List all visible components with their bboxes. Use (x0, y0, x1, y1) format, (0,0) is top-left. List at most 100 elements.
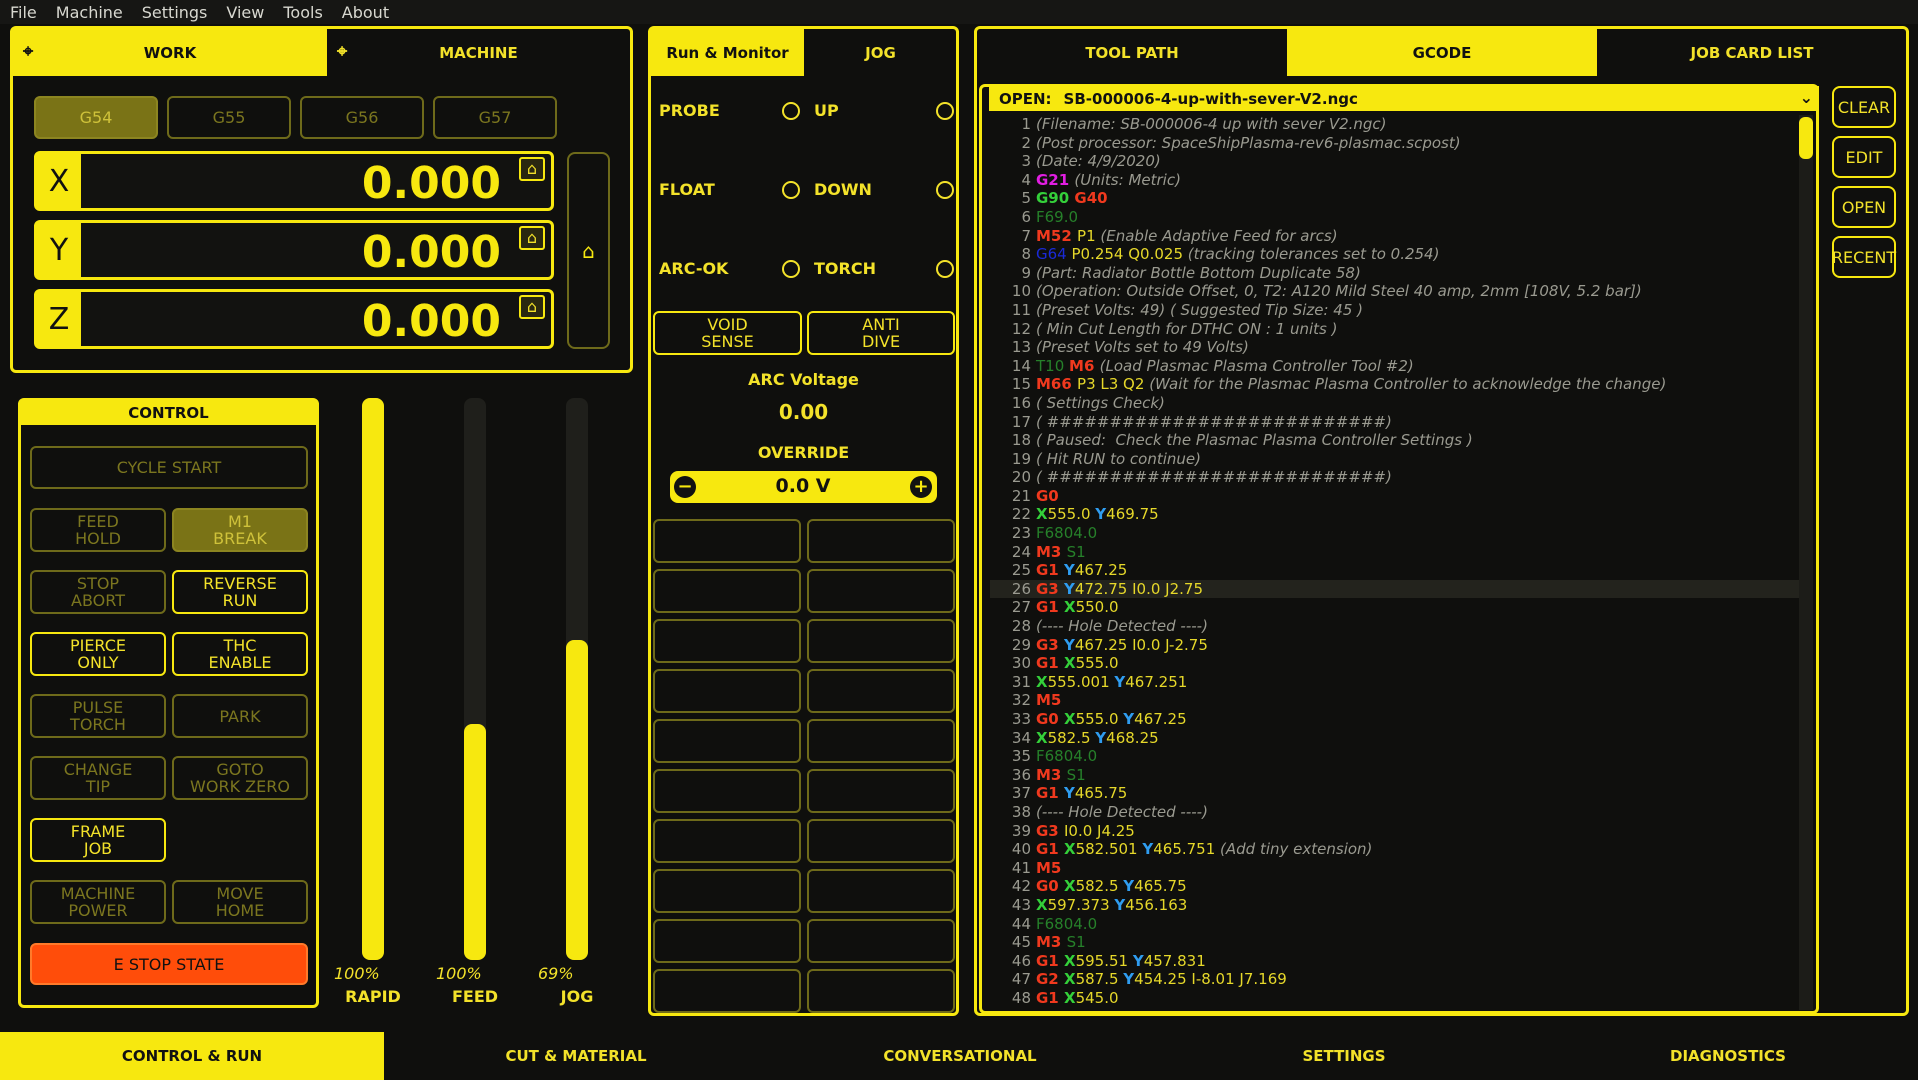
gcode-line[interactable]: 4 G21 (Units: Metric) (990, 171, 1800, 190)
macro-button[interactable] (653, 769, 801, 813)
macro-button[interactable] (653, 569, 801, 613)
minus-icon[interactable]: − (674, 476, 696, 498)
gcode-line[interactable]: 41 M5 (990, 859, 1800, 878)
gcode-line[interactable]: 20 ( ###########################) (990, 468, 1800, 487)
gcode-line[interactable]: 43 X 597.373 Y 456.163 (990, 896, 1800, 915)
gcode-line[interactable]: 19 ( Hit RUN to continue) (990, 450, 1800, 469)
gcode-line[interactable]: 48 G1 X 545.0 (990, 989, 1800, 1008)
bottom-tab-control-run[interactable]: CONTROL & RUN (0, 1032, 384, 1080)
gcode-line[interactable]: 27 G1 X 550.0 (990, 598, 1800, 617)
macro-button[interactable] (653, 819, 801, 863)
gcode-line[interactable]: 31 X 555.001 Y 467.251 (990, 673, 1800, 692)
gcode-line[interactable]: 16 ( Settings Check) (990, 394, 1800, 413)
bottom-tab-diagnostics[interactable]: DIAGNOSTICS (1536, 1032, 1918, 1080)
machine-power-button[interactable]: MACHINE POWER (30, 880, 166, 924)
edit-button[interactable]: EDIT (1832, 136, 1896, 178)
tab-work[interactable]: ⌖ WORK (13, 29, 327, 76)
move-home-button[interactable]: MOVE HOME (172, 880, 308, 924)
bottom-tab-conversational[interactable]: CONVERSATIONAL (768, 1032, 1152, 1080)
macro-button[interactable] (807, 619, 955, 663)
slider-rapid[interactable] (362, 398, 384, 960)
gcode-line[interactable]: 2 (Post processor: SpaceShipPlasma-rev6-p… (990, 134, 1800, 153)
gcode-line[interactable]: 24 M3 S1 (990, 543, 1800, 562)
gcode-line[interactable]: 8 G64 P0.254 Q0.025 (tracking tolerances … (990, 245, 1800, 264)
gcode-line[interactable]: 39 G3 I0.0 J4.25 (990, 822, 1800, 841)
gcode-line[interactable]: 10 (Operation: Outside Offset, 0, T2: A12… (990, 282, 1800, 301)
slider-jog[interactable] (566, 398, 588, 960)
gcode-line[interactable]: 38 (---- Hole Detected ----) (990, 803, 1800, 822)
gcode-line[interactable]: 12 ( Min Cut Length for DTHC ON : 1 units… (990, 320, 1800, 339)
open-file-bar[interactable]: OPEN: SB-000006-4-up-with-sever-V2.ngc ⌄ (989, 86, 1819, 111)
macro-button[interactable] (807, 769, 955, 813)
tab-job-card-list[interactable]: JOB CARD LIST (1597, 29, 1907, 76)
home-axis-icon[interactable]: ⌂ (519, 157, 545, 181)
gcode-line[interactable]: 13 (Preset Volts set to 49 Volts) (990, 338, 1800, 357)
pulse-torch-button[interactable]: PULSE TORCH (30, 694, 166, 738)
scrollbar-thumb[interactable] (1799, 117, 1813, 159)
menu-item-tools[interactable]: Tools (273, 3, 331, 22)
park-button[interactable]: PARK (172, 694, 308, 738)
macro-button[interactable] (653, 669, 801, 713)
menu-item-about[interactable]: About (332, 3, 398, 22)
macro-button[interactable] (807, 919, 955, 963)
estop-button[interactable]: E STOP STATE (30, 943, 308, 985)
wcs-g56[interactable]: G56 (300, 96, 424, 139)
tab-jog[interactable]: JOG (804, 29, 957, 76)
gcode-line[interactable]: 15 M66 P3 L3 Q2 (Wait for the Plasmac Pla… (990, 375, 1800, 394)
macro-button[interactable] (807, 869, 955, 913)
plus-icon[interactable]: + (910, 476, 932, 498)
gcode-line[interactable]: 42 G0 X 582.5 Y 465.75 (990, 877, 1800, 896)
bottom-tab-settings[interactable]: SETTINGS (1152, 1032, 1536, 1080)
stop-abort-button[interactable]: STOP ABORT (30, 570, 166, 614)
gcode-line[interactable]: 46 G1 X 595.51 Y 457.831 (990, 952, 1800, 971)
menu-item-machine[interactable]: Machine (46, 3, 132, 22)
gcode-line[interactable]: 34 X 582.5 Y 468.25 (990, 729, 1800, 748)
gcode-line[interactable]: 33 G0 X 555.0 Y 467.25 (990, 710, 1800, 729)
gcode-line[interactable]: 37 G1 Y 465.75 (990, 784, 1800, 803)
macro-button[interactable] (653, 869, 801, 913)
macro-button[interactable] (807, 719, 955, 763)
gcode-line[interactable]: 23 F6804.0 (990, 524, 1800, 543)
bottom-tab-cut-material[interactable]: CUT & MATERIAL (384, 1032, 768, 1080)
gcode-line[interactable]: 45 M3 S1 (990, 933, 1800, 952)
gcode-line[interactable]: 7 M52 P1 (Enable Adaptive Feed for arcs) (990, 227, 1800, 246)
tab-gcode[interactable]: GCODE (1287, 29, 1597, 76)
gcode-line[interactable]: 30 G1 X 555.0 (990, 654, 1800, 673)
thc-enable-button[interactable]: THC ENABLE (172, 632, 308, 676)
home-axis-icon[interactable]: ⌂ (519, 226, 545, 250)
macro-button[interactable] (807, 519, 955, 563)
gcode-scrollbar[interactable] (1799, 115, 1813, 1010)
macro-button[interactable] (653, 519, 801, 563)
gcode-line[interactable]: 28 (---- Hole Detected ----) (990, 617, 1800, 636)
clear-button[interactable]: CLEAR (1832, 86, 1896, 128)
gcode-line[interactable]: 29 G3 Y 467.25 I0.0 J-2.75 (990, 636, 1800, 655)
open-button[interactable]: OPEN (1832, 186, 1896, 228)
gcode-line[interactable]: 22 X 555.0 Y 469.75 (990, 505, 1800, 524)
macro-button[interactable] (653, 719, 801, 763)
macro-button[interactable] (653, 969, 801, 1013)
menu-item-file[interactable]: File (0, 3, 46, 22)
home-all-button[interactable]: ⌂ (567, 152, 610, 349)
menu-item-view[interactable]: View (216, 3, 273, 22)
macro-button[interactable] (653, 919, 801, 963)
gcode-line[interactable]: 1 (Filename: SB-000006-4 up with sever V2… (990, 115, 1800, 134)
home-axis-icon[interactable]: ⌂ (519, 295, 545, 319)
tab-machine[interactable]: ⌖ MACHINE (327, 29, 630, 76)
gcode-line[interactable]: 5 G90 G40 (990, 189, 1800, 208)
menu-item-settings[interactable]: Settings (132, 3, 217, 22)
feed-hold-button[interactable]: FEED HOLD (30, 508, 166, 552)
slider-feed[interactable] (464, 398, 486, 960)
m1-break-button[interactable]: M1 BREAK (172, 508, 308, 552)
macro-button[interactable] (807, 569, 955, 613)
gcode-line[interactable]: 6 F69.0 (990, 208, 1800, 227)
tab-run-monitor[interactable]: Run & Monitor (651, 29, 804, 76)
macro-button[interactable] (807, 669, 955, 713)
gcode-line[interactable]: 14 T10 M6 (Load Plasmac Plasma Controller… (990, 357, 1800, 376)
gcode-line[interactable]: 35 F6804.0 (990, 747, 1800, 766)
macro-button[interactable] (807, 969, 955, 1013)
gcode-line[interactable]: 11 (Preset Volts: 49) ( Suggested Tip Siz… (990, 301, 1800, 320)
gcode-line[interactable]: 26 G3 Y 472.75 I0.0 J2.75 (990, 579, 1800, 599)
recent-button[interactable]: RECENT (1832, 236, 1896, 278)
pierce-only-button[interactable]: PIERCE ONLY (30, 632, 166, 676)
gcode-line[interactable]: 9 (Part: Radiator Bottle Bottom Duplicate… (990, 264, 1800, 283)
